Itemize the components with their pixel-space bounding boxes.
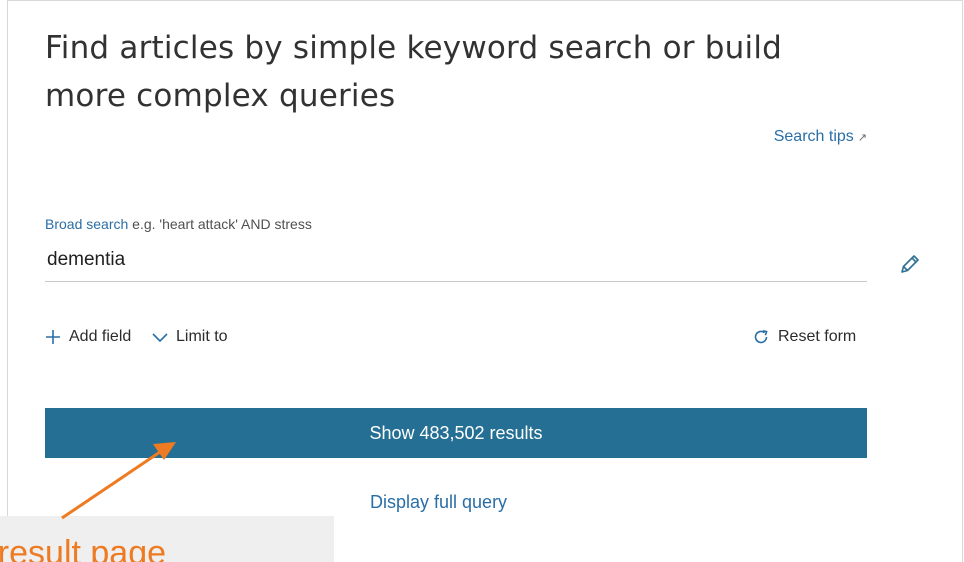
reset-form-button[interactable]: Reset form bbox=[752, 328, 856, 346]
chevron-down-icon bbox=[152, 333, 168, 343]
pencil-icon[interactable] bbox=[898, 252, 922, 276]
search-tips-link[interactable]: Search tips ↗ bbox=[774, 128, 867, 146]
broad-search-title: Broad search bbox=[45, 216, 129, 232]
add-field-button[interactable]: Add field bbox=[45, 328, 131, 346]
page-title: Find articles by simple keyword search o… bbox=[45, 30, 783, 114]
broad-search-hint: e.g. 'heart attack' AND stress bbox=[128, 216, 312, 232]
limit-to-label: Limit to bbox=[176, 328, 228, 345]
display-full-query-link[interactable]: Display full query bbox=[370, 492, 507, 513]
reset-form-label: Reset form bbox=[778, 328, 857, 345]
limit-to-button[interactable]: Limit to bbox=[152, 328, 228, 346]
external-arrow-icon: ↗ bbox=[857, 132, 867, 144]
show-results-button[interactable]: Show 483,502 results bbox=[45, 408, 867, 458]
search-tips-label: Search tips bbox=[773, 128, 854, 145]
broad-search-label: Broad search e.g. 'heart attack' AND str… bbox=[45, 216, 312, 232]
annotation-text: to result page bbox=[0, 534, 167, 562]
reset-icon bbox=[754, 330, 768, 344]
add-field-label: Add field bbox=[69, 328, 132, 345]
annotation-callout: to result page bbox=[0, 516, 334, 562]
broad-search-input[interactable] bbox=[45, 238, 867, 282]
plus-icon bbox=[46, 330, 60, 344]
